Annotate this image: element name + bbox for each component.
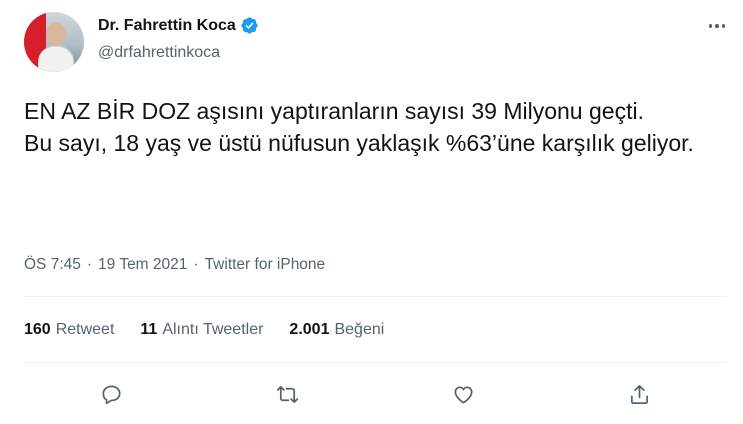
divider-bottom: [24, 362, 727, 363]
quote-count: 11: [140, 321, 158, 338]
tweet-text: EN AZ BİR DOZ aşısını yaptıranların sayı…: [24, 98, 694, 156]
avatar[interactable]: [24, 12, 84, 72]
like-stat[interactable]: 2.001 Beğeni: [289, 321, 384, 339]
tweet-meta: ÖS 7:45 · 19 Tem 2021 · Twitter for iPho…: [24, 256, 325, 274]
tweet-source[interactable]: Twitter for iPhone: [205, 256, 326, 274]
retweet-stat[interactable]: 160 Retweet: [24, 321, 114, 339]
retweet-icon: [276, 385, 299, 403]
tweet-actions: [24, 374, 727, 414]
share-icon: [630, 384, 648, 404]
tweet-stats: 160 Retweet 11 Alıntı Tweetler 2.001 Beğ…: [24, 321, 384, 339]
avatar-coat: [38, 46, 74, 72]
like-label: Beğeni: [334, 321, 385, 338]
share-button[interactable]: [619, 374, 659, 414]
divider-top: [24, 296, 727, 297]
more-options-icon: [708, 24, 713, 28]
author-handle[interactable]: @drfahrettinkoca: [98, 44, 220, 62]
reply-button[interactable]: [92, 374, 132, 414]
quote-stat[interactable]: 11 Alıntı Tweetler: [140, 321, 263, 339]
author-name-row: Dr. Fahrettin Koca: [98, 16, 259, 35]
heart-icon: [454, 385, 473, 404]
reply-icon: [102, 384, 121, 404]
tweet-date[interactable]: 19 Tem 2021: [98, 256, 187, 274]
more-options-button[interactable]: [705, 16, 729, 36]
meta-separator: ·: [86, 256, 93, 273]
retweet-label: Retweet: [55, 321, 115, 338]
like-button[interactable]: [443, 374, 483, 414]
retweet-button[interactable]: [268, 374, 308, 414]
retweet-count: 160: [24, 321, 51, 338]
avatar-head: [46, 22, 66, 46]
author-display-name[interactable]: Dr. Fahrettin Koca: [98, 17, 236, 35]
verified-badge-icon: [240, 16, 259, 35]
meta-separator-2: ·: [193, 256, 199, 273]
tweet-card: Dr. Fahrettin Koca @drfahrettinkoca EN A…: [0, 0, 743, 424]
tweet-time[interactable]: ÖS 7:45: [24, 256, 81, 274]
like-count: 2.001: [289, 321, 330, 338]
quote-label: Alıntı Tweetler: [162, 321, 264, 338]
